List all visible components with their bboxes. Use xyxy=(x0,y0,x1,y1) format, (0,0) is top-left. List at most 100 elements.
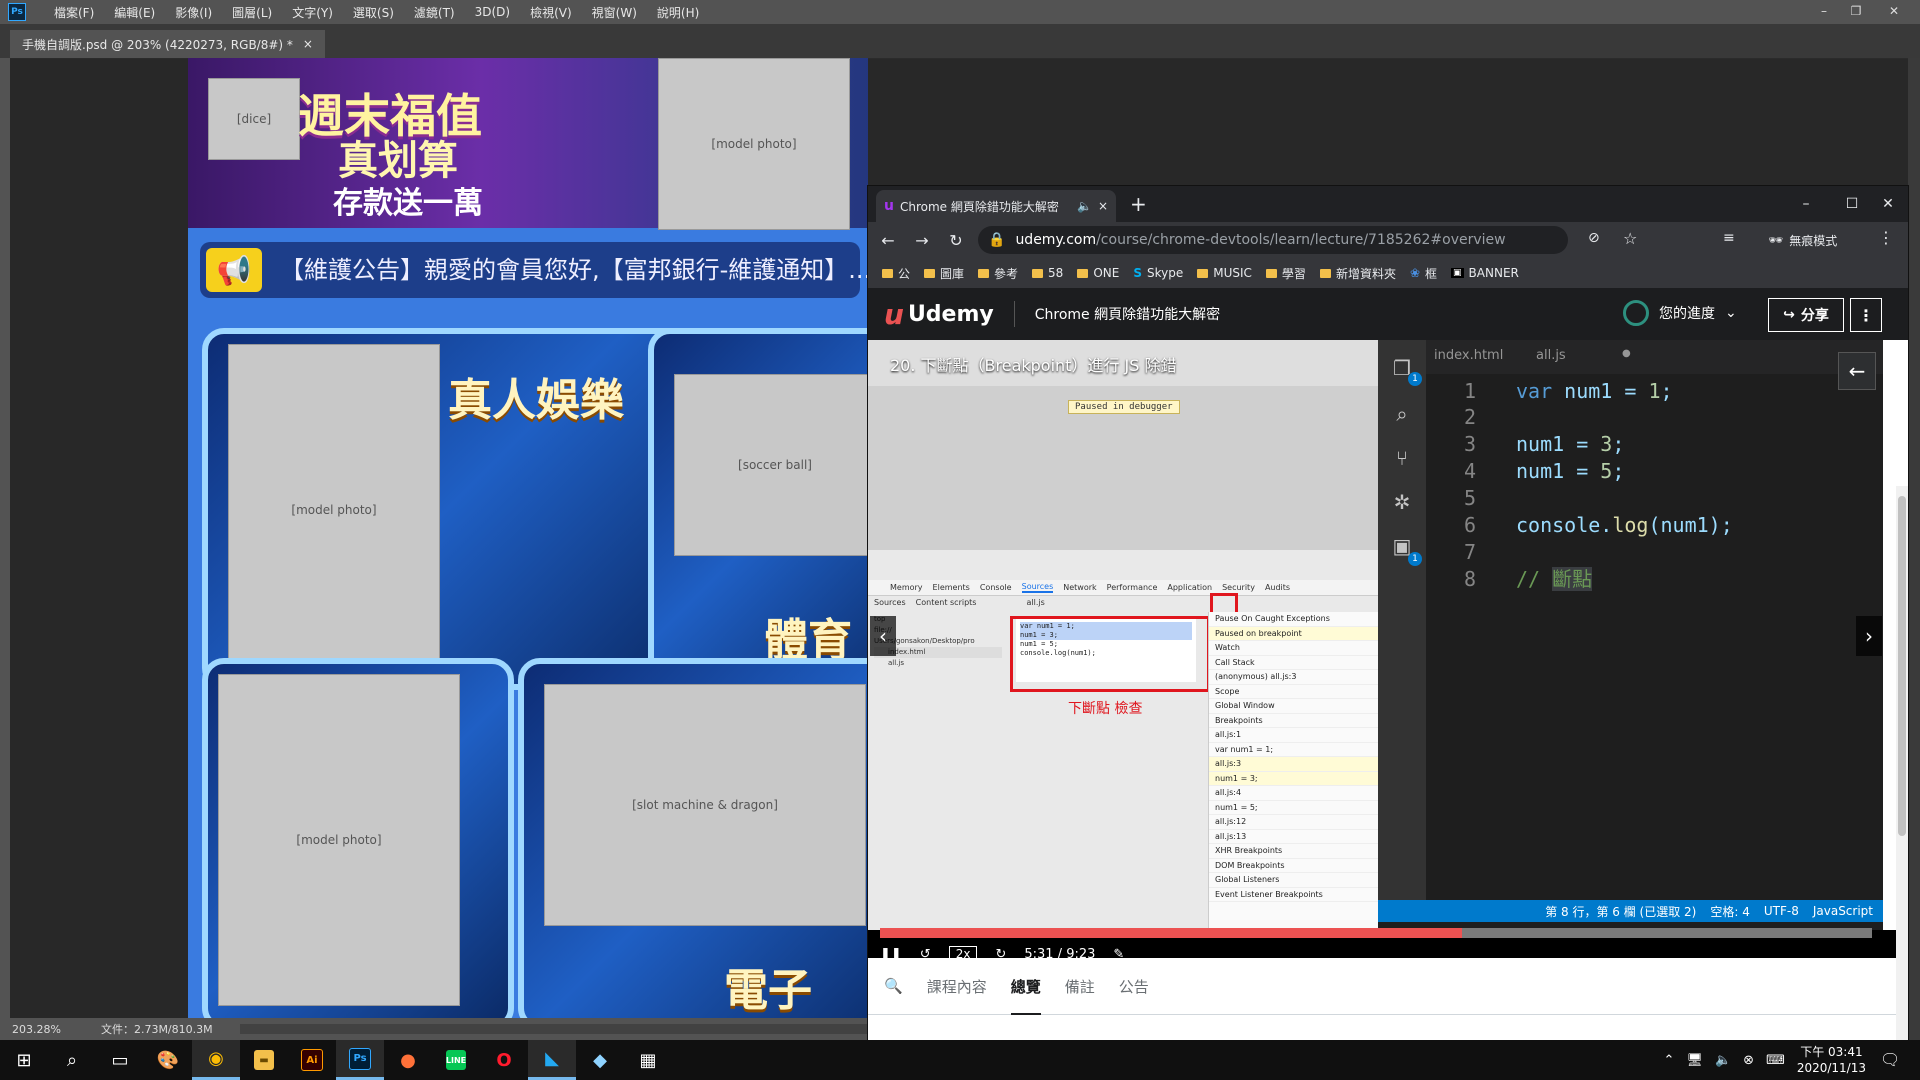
star-icon[interactable]: ☆ xyxy=(1623,229,1637,248)
incognito-indicator[interactable]: 🕶 無痕模式 xyxy=(1768,228,1837,252)
bookmark-item[interactable]: 圖庫 xyxy=(924,265,964,282)
code-line: 2 xyxy=(1426,404,1883,430)
chrome-menu-icon[interactable]: ⋮ xyxy=(1878,228,1894,247)
taskbar-app-opera[interactable]: O xyxy=(480,1040,528,1080)
bookmark-item[interactable]: ▣ BANNER xyxy=(1451,266,1519,280)
taskbar-app-explorer[interactable]: ▬ xyxy=(240,1040,288,1080)
video-player[interactable]: Paused in debugger Memory Elements Conso… xyxy=(868,340,1883,930)
bookmark-item[interactable]: 58 xyxy=(1032,266,1063,280)
taskbar-app-calculator[interactable]: ▦ xyxy=(624,1040,672,1080)
ps-document-tab[interactable]: 手機自調版.psd @ 203% (4220273, RGB/8#) * × xyxy=(10,30,325,58)
ps-menu-3d[interactable]: 3D(D) xyxy=(465,5,520,19)
bookmark-label: 58 xyxy=(1048,266,1064,280)
tab-close-button[interactable]: × xyxy=(1098,199,1108,213)
search-button[interactable]: ⌕ xyxy=(48,1040,96,1080)
network-icon[interactable]: 🖥 xyxy=(1686,1053,1703,1068)
chevron-up-icon[interactable]: ⌃ xyxy=(1664,1053,1675,1068)
reload-button[interactable]: ↻ xyxy=(942,231,970,250)
vscode-icon: ◣ xyxy=(545,1048,559,1069)
start-button[interactable]: ⊞ xyxy=(0,1040,48,1080)
bookmark-item[interactable]: ONE xyxy=(1077,266,1119,280)
ps-menu-file[interactable]: 檔案(F) xyxy=(44,4,104,21)
debugger-row: Global Listeners xyxy=(1209,873,1379,888)
bookmark-label: ONE xyxy=(1093,266,1120,280)
bookmark-item[interactable]: 新增資料夾 xyxy=(1319,265,1396,282)
ps-menu-edit[interactable]: 編輯(E) xyxy=(104,4,165,21)
task-view-button[interactable]: ▭ xyxy=(96,1040,144,1080)
course-title[interactable]: Chrome 網頁除錯功能大解密 xyxy=(1035,304,1220,324)
close-sidebar-arrow-icon[interactable]: ← xyxy=(1838,352,1876,390)
share-label: 分享 xyxy=(1800,308,1829,324)
taskbar-app-illustrator[interactable]: Ai xyxy=(288,1040,336,1080)
taskbar-app[interactable]: ◆ xyxy=(576,1040,624,1080)
volume-icon[interactable]: 🔈 xyxy=(1715,1053,1731,1068)
debugger-row: Call Stack xyxy=(1209,656,1379,670)
clock[interactable]: 下午 03:41 2020/11/13 xyxy=(1797,1044,1866,1076)
ps-document-tab-label: 手機自調版.psd @ 203% (4220273, RGB/8#) * xyxy=(22,37,293,52)
vscode-activity-bar: ❐ 1 ⌕ ⑂ ✲ ▣ 1 xyxy=(1378,340,1426,900)
taskbar-app-firefox[interactable]: ● xyxy=(384,1040,432,1080)
chrome-minimize-button[interactable]: – xyxy=(1786,192,1826,216)
devtools-debugger-sidebar: Pause On Caught Exceptions Paused on bre… xyxy=(1208,612,1379,930)
ps-menu-window[interactable]: 視窗(W) xyxy=(582,4,647,21)
ps-menu-image[interactable]: 影像(I) xyxy=(165,4,222,21)
taskbar-app-photoshop[interactable]: Ps xyxy=(336,1040,384,1080)
taskbar-app[interactable]: 🎨 xyxy=(144,1040,192,1080)
devtools-tab: Security xyxy=(1222,583,1255,592)
back-button[interactable]: ← xyxy=(874,231,902,250)
ps-menu-select[interactable]: 選取(S) xyxy=(343,4,404,21)
bookmark-item[interactable]: ❀ 框 xyxy=(1410,265,1437,282)
debugger-row: all.js:1 xyxy=(1209,728,1379,743)
previous-lecture-button[interactable]: ‹ xyxy=(870,616,896,656)
status-cursor: 第 8 行，第 6 欄 (已選取 2) xyxy=(1545,904,1697,919)
next-lecture-button[interactable]: › xyxy=(1856,616,1882,656)
tab-announcements[interactable]: 公告 xyxy=(1119,976,1149,997)
ps-menu-type[interactable]: 文字(Y) xyxy=(282,4,343,21)
line-number: 3 xyxy=(1463,432,1476,456)
ps-menu-view[interactable]: 檢視(V) xyxy=(520,4,582,21)
keyboard-icon[interactable]: ⌨ xyxy=(1766,1053,1785,1068)
address-bar[interactable]: 🔒 udemy.com/course/chrome-devtools/learn… xyxy=(978,226,1568,254)
ps-right-scrollbar[interactable] xyxy=(1908,58,1920,1040)
taskbar-app-line[interactable]: LINE xyxy=(432,1040,480,1080)
ps-close-button[interactable]: ✕ xyxy=(1880,0,1908,22)
bookmark-item[interactable]: 公 xyxy=(882,265,910,282)
chrome-tab[interactable]: u Chrome 網頁除錯功能大解密 🔈 × xyxy=(876,190,1116,222)
more-options-button[interactable]: ⋮ xyxy=(1850,298,1882,332)
bookmark-item[interactable]: 學習 xyxy=(1265,265,1306,282)
ps-menu-layer[interactable]: 圖層(L) xyxy=(222,4,282,21)
ps-minimize-button[interactable]: – xyxy=(1810,0,1838,22)
chrome-close-button[interactable]: ✕ xyxy=(1868,192,1908,216)
eye-off-icon[interactable]: ⊘ xyxy=(1588,230,1600,246)
search-icon[interactable]: 🔍 xyxy=(884,977,903,995)
line-number: 7 xyxy=(1463,540,1476,564)
ps-menu-filter[interactable]: 濾鏡(T) xyxy=(404,4,465,21)
casino-model-image-placeholder: [model photo] xyxy=(228,344,440,676)
bookmark-item[interactable]: MUSIC xyxy=(1197,266,1252,280)
progress-dropdown[interactable]: 您的進度 ⌄ xyxy=(1623,300,1737,326)
ps-horizontal-scrollbar[interactable] xyxy=(240,1024,870,1034)
notification-icon[interactable]: 🗨 xyxy=(1880,1050,1900,1069)
ps-restore-button[interactable]: ❐ xyxy=(1842,0,1870,22)
ps-document-tab-close-button[interactable]: × xyxy=(303,37,313,51)
ps-zoom-level[interactable]: 203.28% xyxy=(12,1023,61,1036)
forward-button[interactable]: → xyxy=(908,231,936,250)
page-scrollbar-thumb[interactable] xyxy=(1898,496,1906,836)
new-tab-button[interactable]: + xyxy=(1130,192,1147,216)
taskbar-app-chrome[interactable]: ◉ xyxy=(192,1040,240,1080)
share-button[interactable]: ↪ 分享 xyxy=(1768,298,1844,332)
tab-overview[interactable]: 總覽 xyxy=(1010,976,1041,1015)
chrome-maximize-button[interactable]: ☐ xyxy=(1832,192,1872,216)
media-control-icon[interactable]: ≡ xyxy=(1723,230,1735,246)
status-encoding: UTF-8 xyxy=(1763,904,1799,918)
paint-icon: 🎨 xyxy=(156,1049,180,1071)
taskbar-app-vscode[interactable]: ◣ xyxy=(528,1040,576,1080)
tab-notes[interactable]: 備註 xyxy=(1065,976,1095,997)
tray-app-icon[interactable]: ⊗ xyxy=(1743,1053,1754,1068)
ps-menu-help[interactable]: 說明(H) xyxy=(647,4,709,21)
bookmark-item[interactable]: S Skype xyxy=(1133,266,1183,280)
bookmark-item[interactable]: 參考 xyxy=(978,265,1018,282)
tab-course-content[interactable]: 課程內容 xyxy=(927,976,987,997)
tab-audio-icon[interactable]: 🔈 xyxy=(1077,199,1092,213)
udemy-logo[interactable]: u Udemy xyxy=(884,298,994,331)
